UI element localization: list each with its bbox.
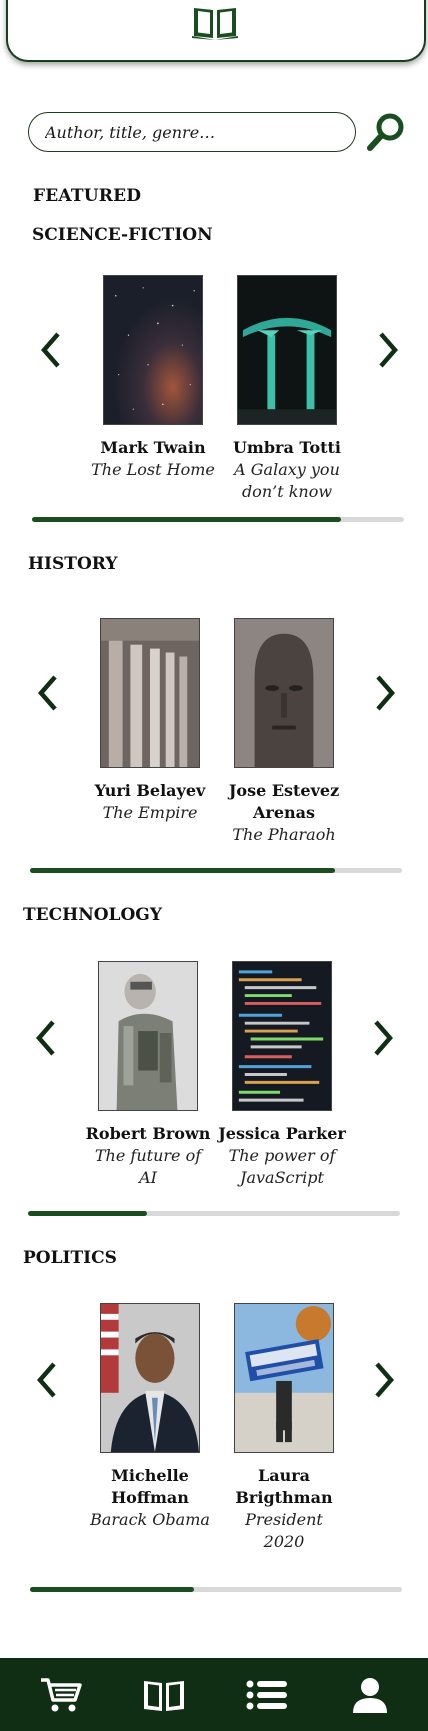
chevron-right-icon[interactable] [373,330,403,370]
carousel-progress-fill [32,517,341,522]
book-title: The power of JavaScript [228,1146,336,1187]
category-title: POLITICS [23,1248,117,1268]
book-title: President 2020 [245,1510,323,1551]
carousel-progress-fill [30,1587,194,1592]
chevron-left-icon[interactable] [36,330,66,370]
book-author: Laura Brigthman [235,1466,333,1507]
carousel-progress-track [30,1587,402,1592]
search-input[interactable] [28,112,356,152]
book-title: A Galaxy you don’t know [234,460,340,501]
book-card[interactable]: Jose Estevez Arenas The Pharaoh [214,618,354,846]
app-header [6,0,426,62]
user-icon[interactable] [348,1676,392,1714]
category-title: TECHNOLOGY [23,905,162,925]
book-author: Umbra Totti [232,438,342,457]
carousel-progress-track [30,868,402,873]
book-cover-image [98,961,198,1111]
book-cover-image [100,618,200,768]
book-icon[interactable] [142,1676,186,1714]
carousel-progress-fill [28,1211,148,1216]
featured-heading: FEATURED [33,186,142,206]
book-cover-image [232,961,332,1111]
book-author: Michelle Hoffman [111,1466,189,1507]
book-cover-image [100,1303,200,1453]
book-cover-image [237,275,337,425]
chevron-right-icon[interactable] [370,673,400,713]
bottom-nav [0,1658,428,1731]
chevron-left-icon[interactable] [32,1360,62,1400]
book-cover-image [234,1303,334,1453]
carousel-progress-track [32,517,404,522]
book-title: The Lost Home [91,460,215,479]
carousel-progress-fill [30,868,336,873]
search-icon[interactable] [366,112,406,152]
book-cover-image [234,618,334,768]
book-card[interactable]: Yuri Belayev The Empire [80,618,220,824]
carousel-progress-track [28,1211,400,1216]
book-author: Yuri Belayev [94,781,206,800]
list-icon[interactable] [245,1676,289,1714]
book-card[interactable]: Michelle Hoffman Barack Obama [80,1303,220,1531]
book-card[interactable]: Robert Brown The future of AI [78,961,218,1189]
book-card[interactable]: Jessica Parker The power of JavaScript [212,961,352,1189]
book-title: The Empire [102,803,198,822]
book-title: The Pharaoh [232,825,336,844]
category-title: SCIENCE-FICTION [32,225,213,245]
book-card[interactable]: Umbra Totti A Galaxy you don’t know [217,275,357,503]
book-author: Jessica Parker [218,1124,346,1143]
chevron-left-icon[interactable] [33,673,63,713]
book-cover-image [103,275,203,425]
chevron-left-icon[interactable] [31,1018,61,1058]
book-card[interactable]: Mark Twain The Lost Home [83,275,223,481]
book-author: Jose Estevez Arenas [228,781,340,822]
cart-icon[interactable] [39,1676,83,1714]
book-title: Barack Obama [90,1510,210,1529]
book-card[interactable]: Laura Brigthman President 2020 [214,1303,354,1553]
book-title: The future of AI [94,1146,202,1187]
open-book-icon[interactable] [192,4,238,40]
chevron-right-icon[interactable] [368,1018,398,1058]
search-bar [28,112,428,156]
book-author: Robert Brown [85,1124,211,1143]
category-title: HISTORY [28,554,118,574]
chevron-right-icon[interactable] [369,1360,399,1400]
book-author: Mark Twain [100,438,206,457]
